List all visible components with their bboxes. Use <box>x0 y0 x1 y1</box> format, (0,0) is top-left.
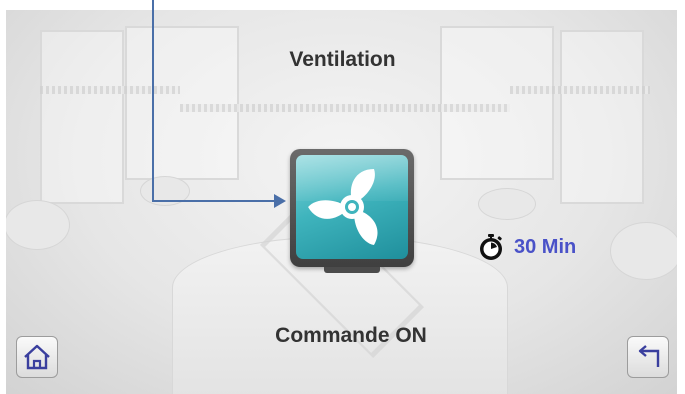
pointer-arrowhead <box>274 194 286 208</box>
frame-top <box>0 0 685 10</box>
background-frieze <box>40 86 180 94</box>
timer-value: 30 Min <box>514 235 577 258</box>
background-basin <box>4 200 70 250</box>
page-title: Ventilation <box>289 48 396 71</box>
stopwatch-icon <box>480 234 502 260</box>
fan-toggle-button[interactable] <box>290 149 414 273</box>
fan-button-stand <box>324 267 380 273</box>
home-icon <box>24 344 50 370</box>
fan-button-face <box>296 155 408 259</box>
fan-icon <box>308 169 378 246</box>
command-status: Commande ON <box>275 324 427 347</box>
background-basin <box>610 222 682 280</box>
back-arrow-icon <box>638 345 660 367</box>
background-frieze <box>510 86 650 94</box>
home-button[interactable] <box>16 336 58 378</box>
ventilation-screen: Ventilation 30 Min Commande ON <box>0 0 685 394</box>
timer-display: 30 Min <box>476 232 576 262</box>
background-frieze <box>180 104 510 112</box>
back-button[interactable] <box>627 336 669 378</box>
pointer-line-horizontal <box>152 200 276 202</box>
pointer-line-vertical <box>152 0 154 201</box>
background-basin <box>478 188 536 220</box>
